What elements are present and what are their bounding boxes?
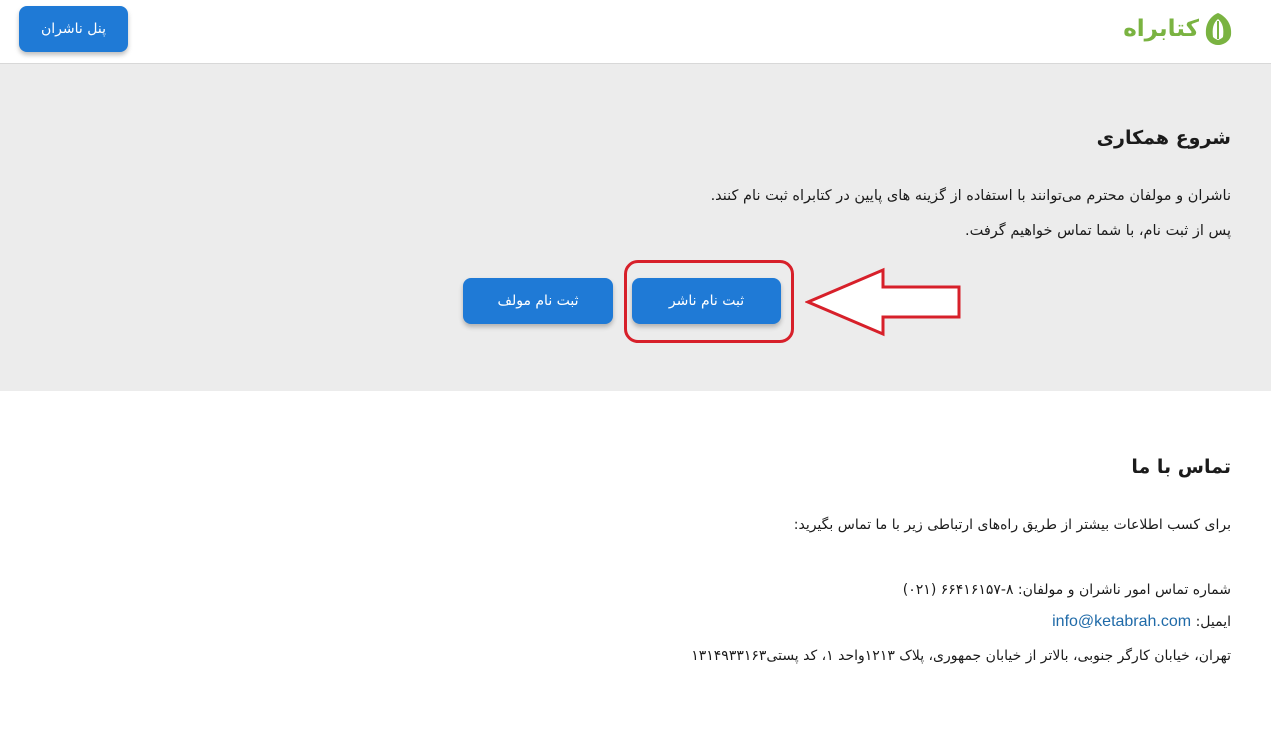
site-logo[interactable]: کتابراه	[1123, 10, 1233, 48]
cooperation-title: شروع همکاری	[1096, 127, 1231, 149]
contact-intro: برای کسب اطلاعات بیشتر از طریق راه‌های ا…	[793, 517, 1231, 533]
cooperation-description-2: پس از ثبت نام، با شما تماس خواهیم گرفت.	[965, 223, 1231, 239]
contact-title: تماس با ما	[1131, 456, 1231, 478]
contact-email-row: ایمیل: info@ketabrah.com	[1052, 613, 1231, 631]
register-publisher-button[interactable]: ثبت نام ناشر	[632, 278, 781, 324]
contact-phone: شماره تماس امور ناشران و مولفان: ۸-۶۶۴۱۶…	[902, 582, 1231, 598]
cooperation-description-1: ناشران و مولفان محترم می‌توانند با استفا…	[710, 188, 1231, 204]
email-label: ایمیل:	[1195, 614, 1231, 630]
publisher-panel-button[interactable]: پنل ناشران	[19, 6, 128, 52]
register-author-button[interactable]: ثبت نام مولف	[463, 278, 613, 324]
contact-address: تهران، خیابان کارگر جنوبی، بالاتر از خیا…	[691, 648, 1231, 664]
arrow-left-icon	[805, 267, 961, 337]
book-leaf-icon	[1205, 13, 1232, 45]
start-cooperation-section: شروع همکاری ناشران و مولفان محترم می‌توا…	[0, 64, 1271, 391]
site-header: کتابراه پنل ناشران	[0, 0, 1271, 64]
logo-text: کتابراه	[1123, 16, 1199, 42]
email-link[interactable]: info@ketabrah.com	[1052, 613, 1191, 630]
